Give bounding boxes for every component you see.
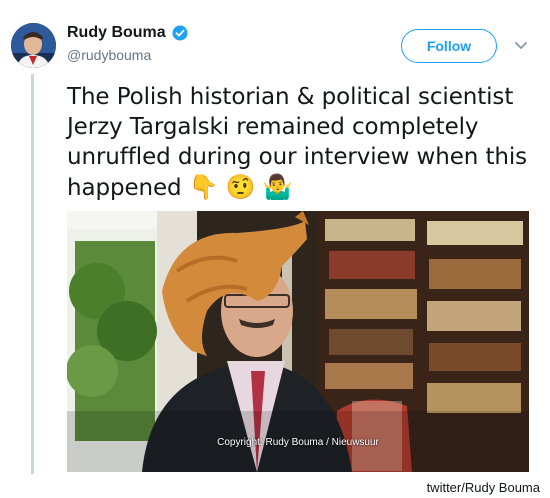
pointing-down-emoji: 👇 [188, 173, 219, 201]
shrug-emoji: 🤷‍♂️ [262, 173, 293, 201]
thread-line [31, 74, 34, 474]
interview-photo [67, 211, 529, 472]
image-credit: twitter/Rudy Bouma [426, 480, 540, 495]
media-image[interactable]: Copyright: Rudy Bouma / Nieuwsuur [67, 211, 529, 472]
follow-button[interactable]: Follow [401, 29, 497, 63]
tweet-body: The Polish historian & political scienti… [67, 84, 528, 201]
raised-eyebrow-emoji: 🤨 [225, 173, 256, 201]
avatar[interactable] [11, 23, 56, 68]
chevron-down-icon[interactable] [512, 38, 530, 54]
name-row: Rudy Bouma [67, 24, 188, 42]
display-name[interactable]: Rudy Bouma [67, 24, 166, 42]
handle[interactable]: @rudybouma [67, 47, 151, 63]
verified-badge-icon [172, 25, 188, 41]
tweet-text: The Polish historian & political scienti… [67, 82, 537, 203]
media-caption: Copyright: Rudy Bouma / Nieuwsuur [217, 437, 379, 448]
